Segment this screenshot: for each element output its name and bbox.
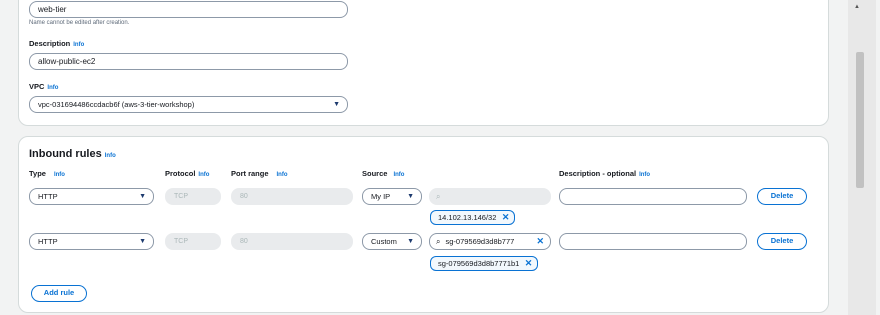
chevron-down-icon: ▼ (333, 101, 340, 108)
description-info-link[interactable]: Info (73, 42, 84, 48)
search-icon: ⌕ (436, 237, 441, 246)
rule-1-source-search[interactable]: ⌕ (429, 188, 551, 205)
vpc-label-text: VPC (29, 82, 45, 91)
inbound-rules-panel: Inbound rules Info Type Info Protocol Info … (18, 136, 829, 313)
chevron-down-icon: ▼ (139, 193, 146, 200)
rule-1-remove-token-icon[interactable]: ✕ (502, 211, 510, 224)
rule-1-source-type-value: My IP (371, 192, 391, 201)
description-header-text: Description - optional (559, 169, 637, 178)
vpc-label: VPC Info (29, 82, 58, 91)
description-label-text: Description (29, 39, 71, 48)
vpc-select[interactable]: vpc-031694486ccdacb6f (aws-3-tier-worksh… (29, 96, 348, 113)
protocol-header-text: Protocol (165, 169, 196, 178)
rule-2-type-select[interactable]: HTTP ▼ (29, 233, 154, 250)
description-optional-info-link[interactable]: Info (639, 172, 650, 178)
rule-1-type-value: HTTP (38, 192, 58, 201)
type-column-header: Type Info (29, 169, 65, 178)
protocol-column-header: Protocol Info (165, 169, 209, 178)
rule-2-source-search-value: sg-079569d3d8b777 (445, 237, 515, 246)
rule-2-source-token: sg-079569d3d8b7771b1 ✕ (430, 256, 539, 271)
source-info-link[interactable]: Info (393, 172, 404, 178)
rule-2-source-type-value: Custom (371, 237, 397, 246)
rule-2-source-search[interactable]: ⌕ sg-079569d3d8b777 ✕ (429, 233, 551, 250)
rule-1-type-select[interactable]: HTTP ▼ (29, 188, 154, 205)
description-input[interactable]: allow-public-ec2 (29, 53, 348, 70)
page-scrollbar[interactable]: ▲ (844, 0, 880, 315)
inbound-rules-title-text: Inbound rules (29, 148, 102, 160)
rule-1-description-input[interactable] (559, 188, 747, 205)
type-info-link[interactable]: Info (54, 172, 65, 178)
rule-2-source-token-text: sg-079569d3d8b7771b1 (438, 259, 520, 268)
rule-2-source-type-select[interactable]: Custom ▼ (362, 233, 422, 250)
protocol-info-link[interactable]: Info (198, 172, 209, 178)
rule-1-source-type-select[interactable]: My IP ▼ (362, 188, 422, 205)
rule-1-protocol-field: TCP (165, 188, 221, 205)
scroll-up-icon[interactable]: ▲ (854, 4, 860, 10)
port-range-info-link[interactable]: Info (277, 172, 288, 178)
rule-2-port-range-field: 80 (231, 233, 353, 250)
basic-details-panel: web-tier Name cannot be edited after cre… (18, 0, 829, 126)
chevron-down-icon: ▼ (407, 193, 414, 200)
source-header-text: Source (362, 169, 388, 178)
rule-2-description-input[interactable] (559, 233, 747, 250)
rule-1-port-range-field: 80 (231, 188, 353, 205)
chevron-down-icon: ▼ (407, 238, 414, 245)
rule-2-clear-search-icon[interactable]: ✕ (536, 234, 544, 249)
source-column-header: Source Info (362, 169, 404, 178)
name-hint: Name cannot be edited after creation. (29, 20, 130, 26)
inbound-rules-info-link[interactable]: Info (105, 153, 116, 159)
rule-2-delete-button[interactable]: Delete (757, 233, 807, 250)
scrollbar-track[interactable]: ▲ (848, 0, 876, 315)
rule-1-source-token: 14.102.13.146/32 ✕ (430, 210, 516, 225)
search-icon: ⌕ (436, 192, 441, 201)
scrollbar-thumb[interactable] (856, 52, 864, 188)
rule-2-type-value: HTTP (38, 237, 58, 246)
rule-2-remove-token-icon[interactable]: ✕ (525, 257, 533, 270)
vpc-info-link[interactable]: Info (47, 85, 58, 91)
chevron-down-icon: ▼ (139, 238, 146, 245)
add-rule-button[interactable]: Add rule (31, 285, 87, 302)
rule-2-protocol-field: TCP (165, 233, 221, 250)
description-label: Description Info (29, 39, 84, 48)
vpc-select-value: vpc-031694486ccdacb6f (aws-3-tier-worksh… (38, 100, 195, 109)
description-column-header: Description - optional Info (559, 169, 650, 178)
rule-1-source-token-text: 14.102.13.146/32 (438, 213, 497, 222)
rule-1-delete-button[interactable]: Delete (757, 188, 807, 205)
security-group-name-input[interactable]: web-tier (29, 1, 348, 18)
inbound-rules-title: Inbound rules Info (29, 148, 116, 160)
port-range-column-header: Port range Info (231, 169, 288, 178)
port-range-header-text: Port range (231, 169, 269, 178)
type-header-text: Type (29, 169, 46, 178)
